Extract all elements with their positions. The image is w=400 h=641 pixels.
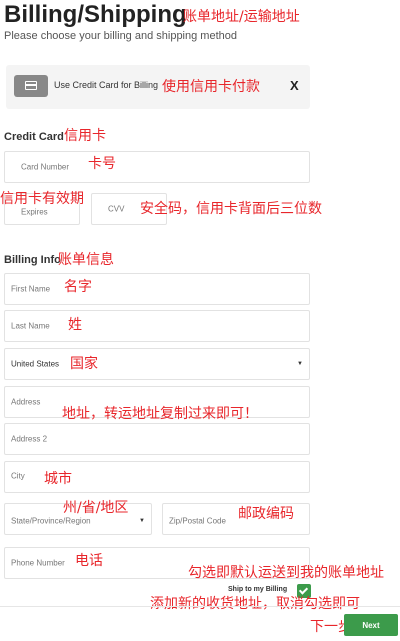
annotation-first-name: 名字 (64, 279, 92, 295)
address-placeholder: Address (11, 397, 41, 407)
annotation-ship-new: 添加新的收货地址，取消勾选即可 (150, 596, 360, 612)
annotation-expires: 信用卡有效期 (0, 191, 84, 207)
state-placeholder: State/Province/Region (11, 516, 91, 526)
city-placeholder: City (11, 471, 25, 481)
annotation-payment: 使用信用卡付款 (162, 79, 260, 95)
phone-placeholder: Phone Number (11, 558, 65, 568)
last-name-placeholder: Last Name (11, 321, 50, 331)
annotation-cvv: 安全码，信用卡背面后三位数 (140, 201, 322, 217)
annotation-country: 国家 (70, 356, 98, 372)
annotation-title: 账单地址/运输地址 (183, 9, 300, 25)
annotation-city: 城市 (44, 471, 72, 487)
first-name-placeholder: First Name (11, 284, 51, 294)
annotation-state: 州/省/地区 (63, 500, 129, 516)
country-select[interactable]: United States ▼ (4, 348, 310, 380)
annotation-credit-card: 信用卡 (64, 128, 106, 144)
annotation-phone: 电话 (75, 553, 103, 569)
annotation-card-number: 卡号 (88, 156, 116, 172)
address2-field[interactable]: Address 2 (4, 423, 310, 455)
checkmark-icon (298, 585, 309, 595)
footer-divider (0, 606, 400, 607)
card-number-placeholder: Card Number (21, 162, 70, 172)
postal-code-placeholder: Zip/Postal Code (169, 516, 226, 526)
close-icon[interactable]: X (290, 78, 299, 93)
annotation-postal: 邮政编码 (238, 506, 294, 522)
payment-method-label: Use Credit Card for Billing (54, 80, 159, 90)
last-name-field[interactable]: Last Name (4, 310, 310, 342)
address2-placeholder: Address 2 (11, 434, 48, 444)
expires-placeholder: Expires (21, 207, 48, 217)
first-name-field[interactable]: First Name (4, 273, 310, 305)
chevron-down-icon: ▼ (139, 518, 145, 524)
annotation-address: 地址，转运地址复制过来即可！ (62, 406, 258, 422)
credit-card-icon (25, 81, 37, 90)
country-value: United States (11, 359, 60, 369)
next-button[interactable]: Next (344, 614, 398, 636)
credit-card-button[interactable] (14, 75, 48, 97)
page-subtitle: Please choose your billing and shipping … (4, 30, 237, 42)
billing-info-heading: Billing Info (4, 254, 61, 266)
page-title: Billing/Shipping (4, 1, 187, 28)
annotation-billing-info: 账单信息 (58, 252, 114, 268)
credit-card-heading: Credit Card (4, 131, 64, 143)
chevron-down-icon: ▼ (297, 361, 303, 367)
annotation-ship-default: 勾选即默认运送到我的账单地址 (188, 565, 384, 581)
payment-method-card[interactable]: Use Credit Card for Billing X (6, 65, 310, 109)
card-number-field[interactable]: Card Number (4, 151, 310, 183)
annotation-last-name: 姓 (68, 317, 82, 333)
ship-to-billing-label: Ship to my Billing (228, 586, 288, 593)
cvv-placeholder: CVV (108, 204, 125, 214)
